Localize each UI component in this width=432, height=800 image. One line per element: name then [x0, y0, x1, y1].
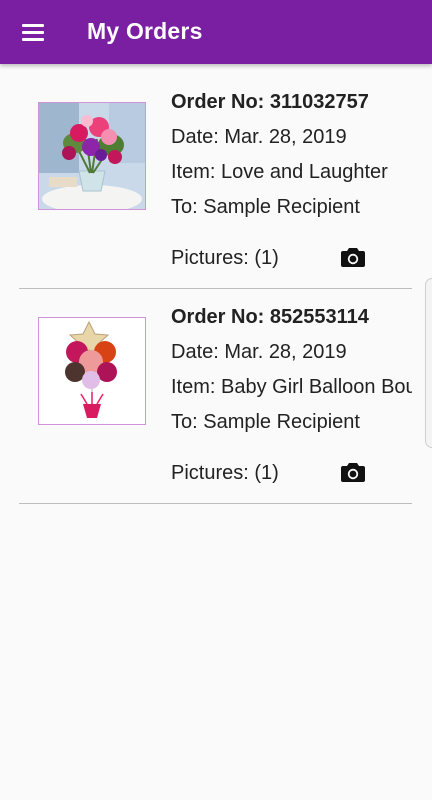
app-bar: My Orders: [0, 0, 432, 64]
balloon-bouquet-image: [38, 317, 146, 425]
order-list: Order No: 311032757 Date: Mar. 28, 2019 …: [0, 74, 432, 504]
order-number: Order No: 852553114: [171, 306, 369, 328]
camera-icon[interactable]: [341, 461, 365, 483]
pictures-count: Pictures: (1): [171, 462, 279, 484]
flower-bouquet-image: [38, 102, 146, 210]
edge-panel-handle[interactable]: [425, 278, 432, 448]
pictures-row: Pictures: (1): [171, 459, 412, 489]
order-date: Date: Mar. 28, 2019: [171, 126, 347, 148]
order-list-item[interactable]: Order No: 311032757 Date: Mar. 28, 2019 …: [19, 74, 412, 289]
order-item: Item: Baby Girl Balloon Bouquet: [171, 376, 412, 398]
order-number: Order No: 311032757: [171, 91, 369, 113]
page-title: My Orders: [87, 18, 203, 44]
hamburger-menu-icon[interactable]: [14, 14, 54, 50]
order-recipient: To: Sample Recipient: [171, 411, 360, 433]
order-list-item[interactable]: Order No: 852553114 Date: Mar. 28, 2019 …: [19, 289, 412, 504]
pictures-count: Pictures: (1): [171, 247, 279, 269]
order-date: Date: Mar. 28, 2019: [171, 341, 347, 363]
order-details: Order No: 311032757 Date: Mar. 28, 2019 …: [171, 88, 412, 274]
camera-icon[interactable]: [341, 246, 365, 268]
order-details: Order No: 852553114 Date: Mar. 28, 2019 …: [171, 303, 412, 489]
order-recipient: To: Sample Recipient: [171, 196, 360, 218]
pictures-row: Pictures: (1): [171, 244, 412, 274]
order-item: Item: Love and Laughter: [171, 161, 388, 183]
